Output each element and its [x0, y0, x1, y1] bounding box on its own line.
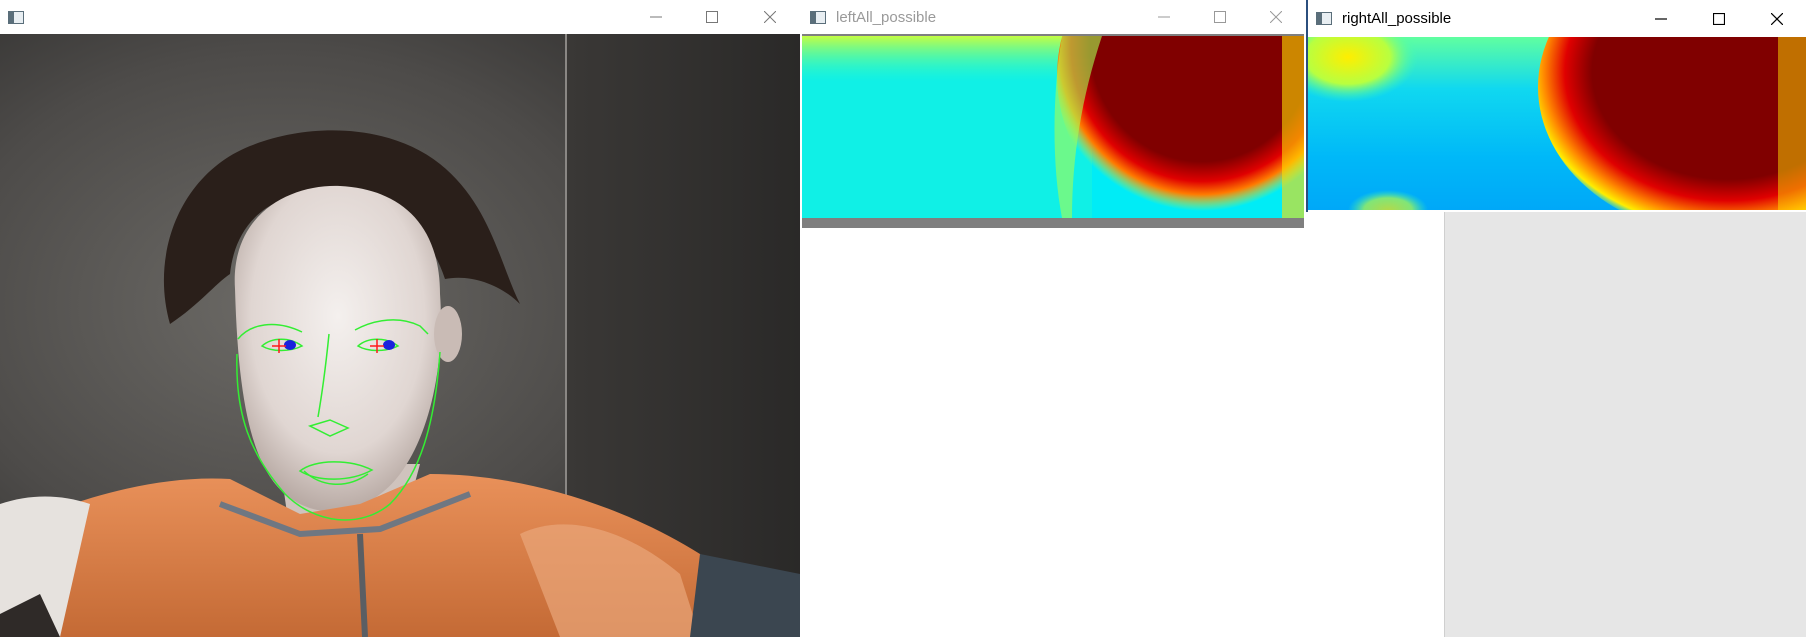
minimize-button[interactable] [1136, 0, 1192, 34]
left-heatmap-window[interactable]: leftAll_possible [802, 0, 1304, 228]
right-heatmap [1308, 37, 1806, 210]
webcam-image [0, 34, 800, 637]
maximize-icon [706, 11, 718, 23]
right-heatmap-titlebar[interactable]: rightAll_possible [1308, 0, 1806, 37]
maximize-button[interactable] [1192, 0, 1248, 34]
minimize-button[interactable] [1632, 0, 1690, 37]
app-icon [810, 10, 826, 24]
left-heatmap-title: leftAll_possible [836, 8, 937, 26]
right-pupil [383, 340, 395, 350]
left-heatmap [802, 36, 1304, 218]
app-icon [1316, 12, 1332, 25]
close-icon [764, 11, 776, 23]
maximize-icon [1713, 12, 1725, 25]
right-heatmap-title: rightAll_possible [1342, 10, 1452, 27]
left-heatmap-titlebar[interactable]: leftAll_possible [802, 0, 1304, 34]
minimize-icon [1655, 17, 1667, 20]
left-pupil [284, 340, 296, 350]
camera-window-titlebar[interactable] [0, 0, 800, 34]
maximize-button[interactable] [684, 0, 740, 34]
camera-frame [0, 34, 800, 637]
minimize-icon [650, 16, 662, 18]
close-button[interactable] [740, 0, 800, 34]
minimize-icon [1158, 16, 1170, 18]
right-heatmap-image [1308, 37, 1806, 210]
close-button[interactable] [1748, 0, 1806, 37]
close-icon [1270, 11, 1282, 23]
maximize-icon [1214, 11, 1226, 23]
right-heatmap-window[interactable]: rightAll_possible [1306, 0, 1806, 212]
close-icon [1771, 12, 1783, 25]
left-heatmap-image [802, 36, 1304, 218]
app-icon [8, 10, 24, 24]
minimize-button[interactable] [628, 0, 684, 34]
maximize-button[interactable] [1690, 0, 1748, 37]
camera-window[interactable] [0, 0, 800, 637]
close-button[interactable] [1248, 0, 1304, 34]
